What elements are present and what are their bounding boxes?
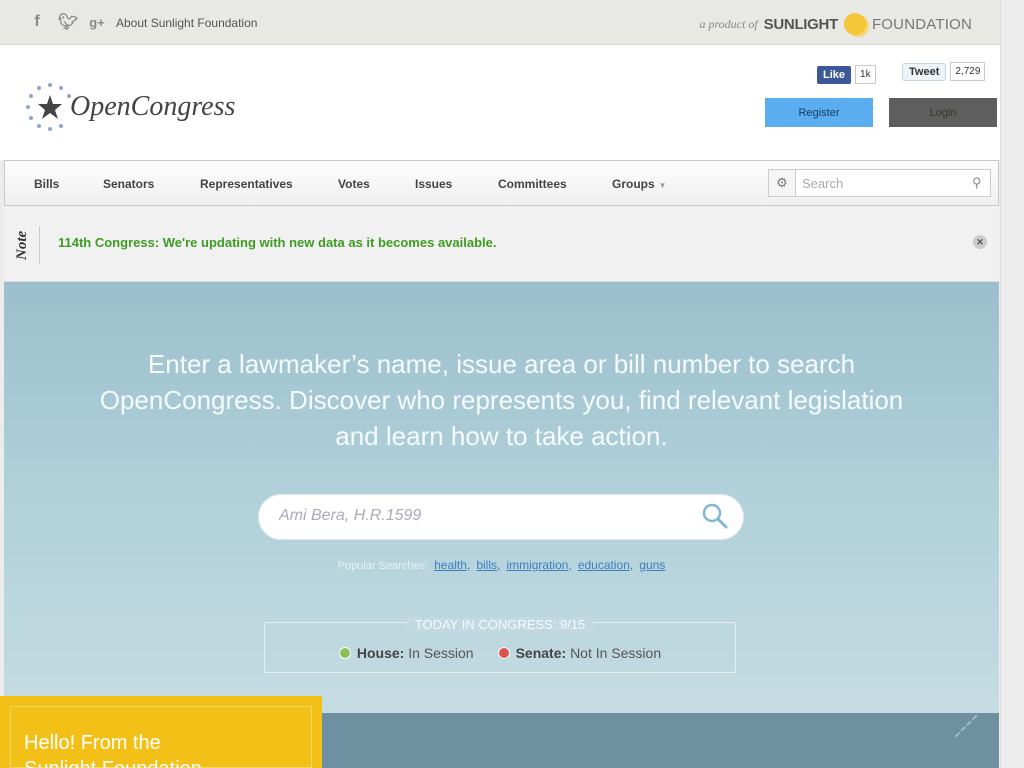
- about-sunlight-link[interactable]: About Sunlight Foundation: [116, 16, 257, 30]
- sunlight-hello-popup[interactable]: Hello! From the Sunlight Foundation: [0, 696, 322, 768]
- close-icon[interactable]: ✕: [973, 235, 987, 249]
- today-title: TODAY IN CONGRESS: 9/15: [406, 617, 594, 632]
- main-nav: Bills Senators Representatives Votes Iss…: [4, 160, 999, 206]
- nav-item-representatives[interactable]: Representatives: [200, 177, 293, 191]
- login-button[interactable]: Login: [889, 98, 997, 127]
- page-right-edge: [1000, 0, 1024, 768]
- hero-section: Enter a lawmaker’s name, issue area or b…: [4, 282, 999, 714]
- tweet-widget[interactable]: Tweet 2,729: [902, 62, 986, 81]
- product-prefix: a product of: [699, 16, 758, 31]
- nav-item-issues[interactable]: Issues: [415, 177, 452, 191]
- chevron-down-icon: ▼: [658, 181, 667, 190]
- site-header: OpenCongress Like 1k Tweet 2,729 Registe…: [0, 45, 1000, 160]
- gear-icon[interactable]: ⚙: [768, 169, 796, 197]
- popular-search-guns[interactable]: guns: [639, 558, 665, 572]
- nav-item-votes[interactable]: Votes: [338, 177, 370, 191]
- note-label-box: Note: [12, 226, 40, 264]
- nav-item-senators[interactable]: Senators: [103, 177, 154, 191]
- popular-search-education[interactable]: education,: [578, 558, 633, 572]
- logo-text: OpenCongress: [70, 91, 236, 122]
- decorative-lines: [954, 714, 998, 758]
- note-label: Note: [14, 230, 30, 260]
- hero-headline: Enter a lawmaker’s name, issue area or b…: [99, 349, 904, 451]
- nav-item-committees[interactable]: Committees: [498, 177, 567, 191]
- today-in-congress: TODAY IN CONGRESS: 9/15 House: In Sessio…: [264, 617, 736, 673]
- search-icon[interactable]: ⚲: [972, 175, 982, 191]
- house-status: House: In Session: [338, 645, 474, 661]
- house-label: House:: [356, 645, 405, 661]
- search-icon[interactable]: [701, 502, 729, 530]
- popup-line-1: Hello! From the: [24, 732, 161, 754]
- twitter-icon[interactable]: 🐦︎: [58, 12, 78, 32]
- house-status-value: In Session: [408, 645, 474, 661]
- facebook-like-widget[interactable]: Like 1k: [817, 65, 876, 84]
- popup-line-2: Sunlight Foundation: [24, 756, 202, 768]
- session-status-row: House: In Session Senate: Not In Session: [265, 645, 735, 661]
- note-banner: Note 114th Congress: We're updating with…: [4, 206, 999, 282]
- register-button[interactable]: Register: [765, 98, 873, 127]
- tweet-count: 2,729: [950, 62, 986, 81]
- senate-status: Senate: Not In Session: [497, 645, 662, 661]
- popular-searches-label: Popular Searches:: [337, 560, 429, 572]
- nav-search-input[interactable]: [795, 169, 991, 197]
- status-dot-icon: [338, 647, 351, 659]
- google-plus-icon[interactable]: g+: [88, 15, 106, 30]
- popular-searches: Popular Searches: health, bills, immigra…: [4, 558, 999, 572]
- senate-status-value: Not In Session: [570, 645, 662, 661]
- foundation-brand: FOUNDATION: [871, 15, 972, 33]
- sun-logo-icon: [843, 13, 866, 35]
- social-links: f 🐦︎ g+: [28, 12, 106, 32]
- senate-label: Senate:: [515, 645, 567, 661]
- opencongress-logo[interactable]: OpenCongress: [24, 81, 235, 133]
- nav-item-bills[interactable]: Bills: [34, 177, 59, 191]
- nav-groups-label: Groups: [612, 177, 655, 191]
- facebook-like-count: 1k: [855, 65, 876, 84]
- tweet-button[interactable]: Tweet: [902, 62, 947, 81]
- popular-search-immigration[interactable]: immigration,: [506, 558, 571, 572]
- facebook-like-button[interactable]: Like: [817, 65, 852, 84]
- sunlight-product-badge[interactable]: a product of SUNLIGHT FOUNDATION: [699, 13, 972, 35]
- nav-item-groups[interactable]: Groups ▼: [612, 177, 667, 191]
- popular-search-bills[interactable]: bills,: [476, 558, 500, 572]
- sunlight-brand: SUNLIGHT: [763, 15, 839, 33]
- top-bar: f 🐦︎ g+ About Sunlight Foundation a prod…: [0, 0, 1000, 45]
- star-circle-logo-icon: [26, 83, 71, 131]
- status-dot-icon: [497, 647, 510, 659]
- popular-search-health[interactable]: health,: [434, 558, 470, 572]
- popup-text: Hello! From the Sunlight Foundation: [24, 730, 202, 768]
- facebook-icon[interactable]: f: [28, 13, 46, 31]
- hero-search-input[interactable]: [279, 507, 679, 525]
- note-message: 114th Congress: We're updating with new …: [58, 235, 497, 250]
- hero-search-box[interactable]: [258, 494, 744, 540]
